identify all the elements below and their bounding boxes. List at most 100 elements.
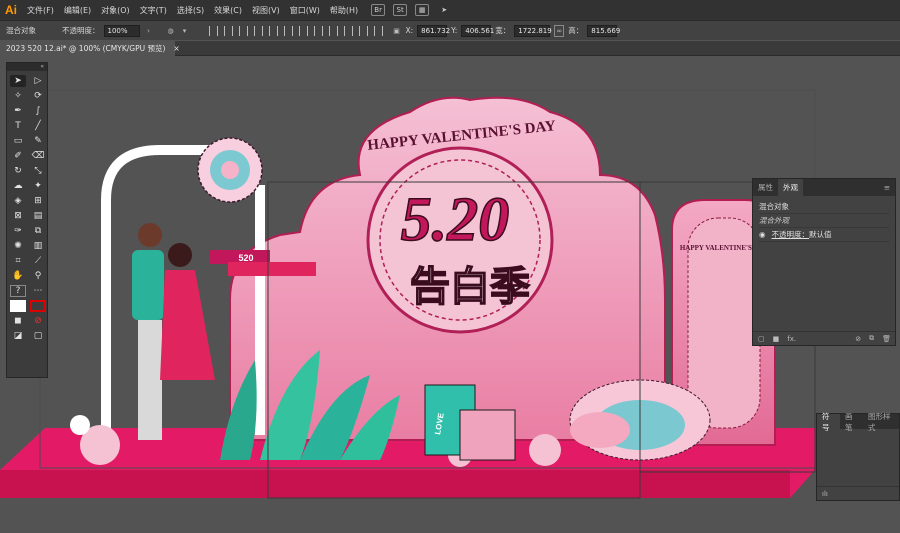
selection-tool-icon[interactable]: ➤: [10, 75, 26, 87]
link-proportions-icon[interactable]: ∞: [554, 24, 565, 37]
fill-swatch-icon[interactable]: [10, 300, 26, 312]
new-stroke-icon[interactable]: ▢: [758, 335, 765, 343]
distribute-right-icon[interactable]: [373, 25, 383, 36]
eraser-icon[interactable]: ⌫: [30, 150, 46, 162]
main-number-text: 5.20: [401, 186, 510, 254]
distribute-left-icon[interactable]: [343, 25, 353, 36]
control-bar: 混合对象 不透明度： 100% › ◍ ▾ ▣ X: 861.732 Y: 40…: [0, 20, 900, 40]
tab-properties[interactable]: 属性: [753, 179, 778, 196]
puppet-warp-icon[interactable]: ✦: [30, 180, 46, 192]
rectangle-tool-icon[interactable]: ▭: [10, 135, 26, 147]
magic-wand-icon[interactable]: ✧: [10, 90, 26, 102]
warp-tool-icon[interactable]: ☁: [10, 180, 26, 192]
visibility-eye-icon[interactable]: ◉: [759, 230, 766, 239]
eyedropper-icon[interactable]: ✑: [10, 225, 26, 237]
add-effect-button[interactable]: fx.: [787, 335, 796, 343]
zoom-tool-icon[interactable]: ⚲: [30, 270, 46, 282]
pen-tool-icon[interactable]: ✒: [10, 105, 26, 117]
new-fill-icon[interactable]: ■: [773, 335, 780, 343]
shaper-tool-icon[interactable]: ✐: [10, 150, 26, 162]
align-bottom-icon[interactable]: [283, 25, 293, 36]
align-top-icon[interactable]: [253, 25, 263, 36]
opacity-input[interactable]: 100%: [103, 24, 140, 37]
panel-menu-icon[interactable]: ≡: [879, 179, 895, 196]
x-label: X:: [405, 26, 414, 35]
align-left-icon[interactable]: [208, 25, 218, 36]
duplicate-item-icon[interactable]: ⧉: [869, 334, 874, 343]
toolbox: « ➤ ▷ ✧ ⟳ ✒ ∫ T ╱ ▭ ✎ ✐ ⌫ ↻ ⤡ ☁ ✦ ◈ ⊞ ⊠ …: [6, 62, 48, 378]
align-right-icon[interactable]: [238, 25, 248, 36]
panel-opacity-label[interactable]: 不透明度：: [772, 229, 810, 240]
menu-effect[interactable]: 效果(C): [209, 5, 247, 16]
workspace-grid-icon[interactable]: ▦: [415, 4, 430, 16]
menu-help[interactable]: 帮助(H): [325, 5, 363, 16]
lasso-icon[interactable]: ⟳: [30, 90, 46, 102]
reference-point-icon[interactable]: ▣: [392, 25, 402, 37]
opacity-dropdown-icon[interactable]: ›: [144, 25, 154, 37]
document-tab[interactable]: 2023 520 12.ai* @ 100% (CMYK/GPU 预览) ×: [0, 41, 180, 56]
left-flower: [197, 137, 263, 203]
stroke-swatch-icon[interactable]: [30, 300, 46, 312]
scale-tool-icon[interactable]: ⤡: [30, 165, 46, 177]
blend-tool-icon[interactable]: ⧉: [30, 225, 46, 237]
align-middle-icon[interactable]: [268, 25, 278, 36]
edit-toolbar-icon[interactable]: ⋯: [30, 285, 46, 297]
distribute-center-icon[interactable]: [358, 25, 368, 36]
shape-builder-icon[interactable]: ◈: [10, 195, 26, 207]
distribute-middle-icon[interactable]: [313, 25, 323, 36]
screen-mode-icon[interactable]: ▢: [30, 330, 46, 342]
stock-icon[interactable]: St: [393, 4, 408, 16]
line-tool-icon[interactable]: ╱: [30, 120, 46, 132]
mesh-tool-icon[interactable]: ⊠: [10, 210, 26, 222]
delete-item-icon[interactable]: 🗑: [882, 335, 891, 343]
bridge-icon[interactable]: Br: [371, 4, 386, 16]
publish-icon[interactable]: ➤: [437, 4, 451, 16]
direct-selection-tool-icon[interactable]: ▷: [30, 75, 46, 87]
rotate-tool-icon[interactable]: ↻: [10, 165, 26, 177]
menu-object[interactable]: 对象(O): [96, 5, 135, 16]
curvature-tool-icon[interactable]: ∫: [30, 105, 46, 117]
x-input[interactable]: 861.732: [417, 24, 450, 37]
menu-view[interactable]: 视图(V): [247, 5, 285, 16]
artboard-tool-icon[interactable]: ⌗: [10, 255, 26, 267]
symbol-sprayer-icon[interactable]: ✺: [10, 240, 26, 252]
tab-appearance[interactable]: 外观: [778, 179, 803, 196]
none-swatch-icon[interactable]: ⊘: [30, 315, 46, 327]
perspective-grid-icon[interactable]: ⊞: [30, 195, 46, 207]
tab-symbols[interactable]: 符号: [817, 412, 840, 432]
opacity-row[interactable]: ◉ 不透明度： 默认值: [759, 228, 889, 242]
draw-mode-icon[interactable]: ◪: [10, 330, 26, 342]
pink-bag: [459, 409, 516, 461]
gradient-tool-icon[interactable]: ▤: [30, 210, 46, 222]
recolor-icon[interactable]: ◍: [166, 25, 176, 37]
hand-tool-icon[interactable]: ✋: [10, 270, 26, 282]
distribute-bottom-icon[interactable]: [328, 25, 338, 36]
menu-edit[interactable]: 编辑(E): [59, 5, 96, 16]
toolbox-collapse-icon[interactable]: «: [7, 63, 47, 71]
height-input[interactable]: 815.669: [587, 24, 620, 37]
blend-appearance-row[interactable]: 混合外观: [759, 214, 889, 228]
align-center-icon[interactable]: [223, 25, 233, 36]
color-mode-icon[interactable]: ◼: [10, 315, 26, 327]
graph-tool-icon[interactable]: ▥: [30, 240, 46, 252]
paintbrush-icon[interactable]: ✎: [30, 135, 46, 147]
menu-window[interactable]: 窗口(W): [285, 5, 325, 16]
clear-appearance-icon[interactable]: ⊘: [855, 335, 861, 343]
symbol-library-icon[interactable]: ılı: [822, 490, 828, 498]
chevron-down-icon[interactable]: ▾: [180, 25, 190, 37]
close-icon[interactable]: ×: [173, 44, 179, 53]
y-label: Y:: [451, 26, 458, 35]
symbols-panel: 符号 画笔 图形样式 ılı: [816, 412, 900, 501]
tab-graphic-styles[interactable]: 图形样式: [863, 412, 899, 432]
y-input[interactable]: 406.561: [461, 24, 494, 37]
slice-tool-icon[interactable]: ⟋: [30, 255, 46, 267]
menu-file[interactable]: 文件(F): [22, 5, 59, 16]
appearance-panel: 属性 外观 ≡ 混合对象 混合外观 ◉ 不透明度： 默认值 ▢ ■ fx. ⊘ …: [752, 178, 896, 346]
menu-type[interactable]: 文字(T): [135, 5, 172, 16]
help-icon[interactable]: ?: [10, 285, 26, 297]
distribute-top-icon[interactable]: [298, 25, 308, 36]
type-tool-icon[interactable]: T: [10, 120, 26, 132]
width-input[interactable]: 1722.819: [514, 24, 552, 37]
tab-brushes[interactable]: 画笔: [840, 412, 863, 432]
menu-select[interactable]: 选择(S): [172, 5, 209, 16]
